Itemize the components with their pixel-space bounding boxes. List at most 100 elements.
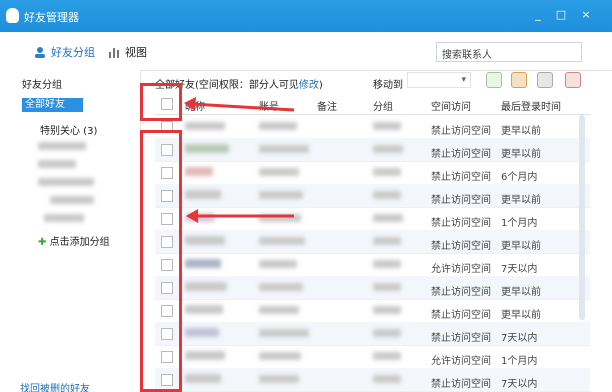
last-login-cell: 6个月内: [501, 172, 538, 183]
close-button[interactable]: ×: [578, 7, 594, 23]
toolbar: 好友分组 视图 搜索联系人: [0, 32, 612, 71]
table-row[interactable]: 禁止访问空间 更早以前: [155, 299, 590, 323]
last-login-cell: 1个月内: [501, 218, 538, 229]
search-input[interactable]: 搜索联系人: [436, 42, 582, 62]
blurred-group[interactable]: [50, 196, 94, 204]
blurred-group-cell: [373, 168, 401, 176]
blurred-nickname: [185, 236, 225, 245]
sidebar-item-special[interactable]: 特别关心 (3): [40, 122, 97, 137]
modify-link[interactable]: 修改: [299, 80, 319, 91]
annotation-arrows: [184, 97, 295, 223]
plus-icon: ✚: [38, 237, 47, 248]
blurred-nickname: [185, 259, 221, 268]
space-access-cell: 允许访问空间: [431, 264, 491, 275]
blurred-account: [259, 329, 309, 337]
last-login-cell: 7天以内: [501, 379, 538, 390]
blurred-group-cell: [373, 329, 401, 337]
user-group-icon[interactable]: [511, 72, 527, 88]
table-row[interactable]: 禁止访问空间 更早以前: [155, 230, 590, 254]
table-row[interactable]: 允许访问空间 1个月内: [155, 345, 590, 369]
blurred-group-cell: [373, 306, 401, 314]
add-user-icon[interactable]: [486, 72, 502, 88]
space-access-cell: 禁止访问空间: [431, 172, 491, 183]
blurred-account: [259, 260, 297, 268]
move-to-label: 移动到: [373, 80, 403, 91]
group-sidebar: 好友分组 全部好友 特别关心 (3) ✚ 点击添加分组: [0, 70, 141, 392]
last-login-cell: 1个月内: [501, 356, 538, 367]
last-login-cell: 更早以前: [501, 126, 541, 137]
blurred-account: [259, 352, 301, 360]
blurred-group-cell: [373, 237, 401, 245]
window-title: 好友管理器: [24, 11, 79, 24]
blurred-account: [259, 283, 303, 291]
blurred-group[interactable]: [44, 214, 84, 222]
last-login-cell: 更早以前: [501, 195, 541, 206]
users-icon: [34, 46, 46, 58]
minimize-button[interactable]: _: [530, 7, 546, 23]
blurred-group-cell: [373, 191, 401, 199]
last-login-cell: 更早以前: [501, 149, 541, 160]
blurred-account: [259, 306, 299, 314]
blurred-nickname: [185, 351, 225, 360]
space-access-cell: 禁止访问空间: [431, 310, 491, 321]
qq-penguin-icon: [6, 8, 19, 23]
blurred-group-cell: [373, 352, 401, 360]
sidebar-heading: 好友分组: [22, 80, 62, 91]
col-group[interactable]: 分组: [373, 98, 393, 113]
table-row[interactable]: 禁止访问空间 更早以前: [155, 276, 590, 300]
space-access-cell: 禁止访问空间: [431, 241, 491, 252]
last-login-cell: 7天以内: [501, 264, 538, 275]
blurred-group-cell: [373, 214, 403, 222]
blurred-group[interactable]: [38, 142, 86, 150]
blurred-account: [259, 237, 305, 245]
title-bar[interactable]: 好友管理器 _ □ ×: [0, 0, 612, 32]
last-login-cell: 更早以前: [501, 287, 541, 298]
blurred-nickname: [185, 328, 219, 337]
chart-icon: [108, 46, 120, 58]
table-row[interactable]: 禁止访问空间 7天以内: [155, 368, 590, 392]
col-space-access[interactable]: 空间访问: [431, 98, 471, 113]
blurred-account: [259, 375, 299, 383]
tab-friend-groups[interactable]: 好友分组: [34, 44, 95, 60]
user-settings-icon[interactable]: [537, 72, 553, 88]
blurred-group-cell: [373, 260, 401, 268]
add-group-label: 点击添加分组: [49, 237, 110, 248]
blurred-group-cell: [373, 145, 403, 153]
add-group-button[interactable]: ✚ 点击添加分组: [38, 233, 110, 248]
sidebar-item-all-friends[interactable]: 全部好友: [22, 98, 83, 112]
last-login-cell: 7天以内: [501, 333, 538, 344]
move-to-select[interactable]: ▾: [407, 72, 471, 88]
table-row[interactable]: 允许访问空间 7天以内: [155, 253, 590, 277]
col-remark[interactable]: 备注: [317, 98, 337, 113]
space-access-cell: 允许访问空间: [431, 356, 491, 367]
blurred-group-cell: [373, 122, 401, 130]
recover-deleted-friends-link[interactable]: 找回被删的好友: [20, 380, 90, 392]
annotation-box-row-checkboxes: [140, 130, 182, 392]
blurred-nickname: [185, 305, 223, 314]
blurred-nickname: [185, 374, 221, 383]
blurred-group-cell: [373, 375, 401, 383]
blurred-group[interactable]: [38, 178, 94, 186]
scrollbar[interactable]: [579, 115, 585, 320]
tab-view[interactable]: 视图: [108, 44, 147, 60]
space-access-cell: 禁止访问空间: [431, 218, 491, 229]
col-last-login[interactable]: 最后登录时间: [501, 98, 561, 113]
blurred-group[interactable]: [38, 160, 76, 168]
space-access-cell: 禁止访问空间: [431, 149, 491, 160]
last-login-cell: 更早以前: [501, 241, 541, 252]
space-access-cell: 禁止访问空间: [431, 333, 491, 344]
header-close: ): [318, 80, 323, 91]
blurred-group-cell: [373, 283, 401, 291]
space-access-cell: 禁止访问空间: [431, 195, 491, 206]
blurred-nickname: [185, 282, 227, 291]
maximize-button[interactable]: □: [553, 7, 569, 23]
space-access-cell: 禁止访问空间: [431, 287, 491, 298]
last-login-cell: 更早以前: [501, 310, 541, 321]
friend-manager-window: 好友管理器 _ □ × 好友分组 视图 搜索联系人 好友分组 全部好友 特别关心…: [0, 0, 612, 392]
remove-user-icon[interactable]: [565, 72, 581, 88]
space-access-cell: 禁止访问空间: [431, 126, 491, 137]
tab-friend-groups-label: 好友分组: [51, 46, 95, 59]
space-access-cell: 禁止访问空间: [431, 379, 491, 390]
table-row[interactable]: 禁止访问空间 7天以内: [155, 322, 590, 346]
tab-view-label: 视图: [125, 46, 147, 59]
